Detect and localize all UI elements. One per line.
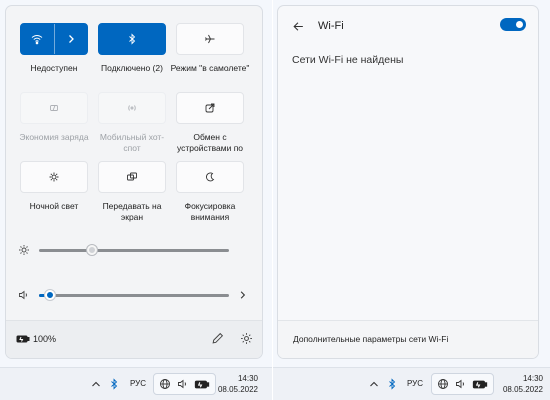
airplane-label: Режим "в самолете"	[170, 63, 250, 73]
focus-tile[interactable]	[176, 161, 244, 193]
right-screen: Wi-Fi Сети Wi-Fi не найдены Дополнительн…	[273, 0, 550, 400]
gear-icon[interactable]	[240, 332, 253, 345]
speaker-icon[interactable]	[18, 289, 30, 301]
night-light-label: Ночной свет	[29, 201, 79, 211]
volume-slider[interactable]	[39, 287, 229, 303]
share-icon	[205, 103, 215, 113]
cast-tile[interactable]	[98, 161, 166, 193]
toggle-knob	[516, 21, 523, 28]
focus-label: Фокусировка внимания	[184, 201, 236, 222]
wifi-footer: Дополнительные параметры сети Wi-Fi	[278, 320, 538, 358]
chevron-right-icon	[68, 35, 74, 43]
bluetooth-tile[interactable]	[98, 23, 166, 55]
cast-label: Передавать на экран	[102, 201, 162, 222]
volume-track	[39, 294, 229, 297]
language-indicator[interactable]: РУС	[407, 379, 423, 388]
airplane-icon	[205, 34, 215, 44]
clock-date: 08.05.2022	[502, 385, 543, 394]
airplane-tile[interactable]	[176, 23, 244, 55]
wifi-arrow-button[interactable]	[55, 24, 88, 54]
hotspot-label: Мобильный хот-спот	[99, 132, 165, 153]
night-light-tile[interactable]	[20, 161, 88, 193]
bluetooth-icon[interactable]	[108, 378, 120, 390]
left-screen: Недоступен Подключено (2) Режим "в самол…	[0, 0, 272, 400]
battery-saver-label: Экономия заряда	[19, 132, 89, 142]
brightness-thumb[interactable]	[87, 245, 97, 255]
wifi-title: Wi-Fi	[318, 20, 344, 32]
wifi-label: Недоступен	[30, 63, 78, 73]
globe-icon	[438, 379, 448, 389]
wifi-header: Wi-Fi	[292, 17, 528, 37]
clock[interactable]: 14:30 08.05.2022	[206, 373, 258, 395]
battery-status[interactable]: 100%	[16, 334, 56, 344]
quick-settings-footer: 100%	[6, 320, 262, 358]
pencil-icon[interactable]	[211, 332, 224, 345]
more-wifi-settings-link[interactable]: Дополнительные параметры сети Wi-Fi	[293, 334, 448, 344]
taskbar: РУС 14:30 08.05.2022	[273, 367, 550, 400]
wifi-icon	[31, 35, 43, 45]
system-tray-group[interactable]	[431, 373, 494, 395]
globe-icon	[160, 379, 170, 389]
wifi-panel: Wi-Fi Сети Wi-Fi не найдены Дополнительн…	[277, 5, 539, 359]
hotspot-icon	[128, 105, 136, 111]
clock-time: 14:30	[522, 374, 543, 383]
bluetooth-icon	[129, 33, 136, 45]
moon-icon	[205, 172, 215, 182]
battery-percent: 100%	[33, 334, 57, 344]
bluetooth-icon[interactable]	[386, 378, 398, 390]
sun-icon	[19, 245, 29, 255]
battery-saver-icon	[50, 105, 58, 111]
quick-settings-panel: Недоступен Подключено (2) Режим "в самол…	[5, 5, 263, 359]
speaker-icon	[456, 379, 464, 389]
battery-saver-tile[interactable]	[20, 92, 88, 124]
nearby-share-label: Обмен с устройствами по	[176, 132, 244, 153]
wifi-tile[interactable]	[20, 23, 88, 55]
brightness-slider[interactable]	[39, 242, 229, 258]
volume-thumb[interactable]	[45, 290, 55, 300]
wifi-toggle-switch[interactable]	[500, 18, 526, 31]
back-arrow-icon[interactable]	[292, 20, 305, 33]
language-indicator[interactable]: РУС	[130, 379, 146, 388]
clock[interactable]: 14:30 08.05.2022	[491, 373, 543, 395]
speaker-icon	[178, 379, 186, 389]
battery-icon	[472, 380, 488, 389]
no-networks-message: Сети Wi-Fi не найдены	[292, 54, 404, 66]
nearby-share-tile[interactable]	[176, 92, 244, 124]
chevron-up-icon[interactable]	[90, 378, 102, 390]
chevron-up-icon[interactable]	[368, 378, 380, 390]
bluetooth-label: Подключено (2)	[101, 63, 163, 73]
night-light-icon	[49, 172, 59, 182]
clock-time: 14:30	[237, 374, 258, 383]
cast-icon	[127, 172, 137, 181]
clock-date: 08.05.2022	[217, 385, 258, 394]
battery-icon	[16, 335, 30, 343]
brightness-track	[39, 249, 229, 252]
screenshot-composite: Недоступен Подключено (2) Режим "в самол…	[0, 0, 550, 400]
chevron-right-icon[interactable]	[237, 289, 248, 301]
taskbar: РУС 14:30 08.05.2022	[0, 367, 272, 400]
hotspot-tile[interactable]	[98, 92, 166, 124]
wifi-toggle[interactable]	[21, 24, 54, 54]
